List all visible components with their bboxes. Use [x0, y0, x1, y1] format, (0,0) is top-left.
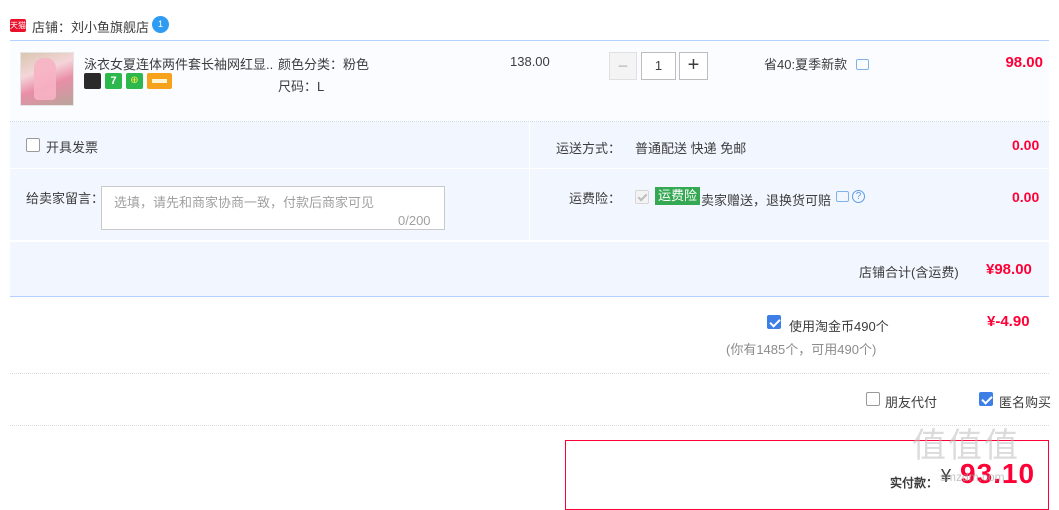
insurance-comment-icon[interactable]	[836, 191, 849, 202]
shield-guarantee-icon: ⊕	[126, 73, 143, 89]
promo-comment-icon[interactable]	[856, 59, 869, 70]
section-divider	[10, 373, 1049, 374]
quantity-increase-button[interactable]: +	[679, 52, 708, 80]
sku-size: 尺码：L	[278, 79, 325, 94]
use-coins-checkbox[interactable]	[767, 315, 781, 329]
seller-message-counter: 0/200	[398, 213, 431, 228]
store-name-link[interactable]: 店铺：刘小鱼旗舰店	[32, 17, 149, 36]
use-coins-label[interactable]: 使用淘金币490个	[789, 316, 889, 335]
insurance-help-icon[interactable]: ?	[852, 190, 865, 203]
product-thumbnail-figure	[34, 58, 56, 100]
insurance-label: 运费险：	[569, 191, 622, 206]
coins-discount-value: ¥-4.90	[987, 313, 1030, 330]
section-divider	[10, 425, 1049, 426]
promotion-text: 省40:夏季新款	[764, 57, 848, 72]
product-title-link[interactable]: 泳衣女夏连体两件套长袖网红显...	[84, 54, 274, 73]
unit-price: 138.00	[510, 54, 550, 69]
quantity-input[interactable]: 1	[641, 52, 676, 80]
shipping-method-value: 普通配送 快递 免邮	[635, 141, 747, 156]
watermark-logo: 值值值	[912, 426, 1020, 466]
insurance-tag: 运费险	[655, 187, 701, 205]
insurance-amount: 0.00	[1012, 189, 1040, 205]
invoice-checkbox[interactable]	[26, 138, 40, 152]
cat-icon	[84, 73, 101, 89]
payment-label: 实付款：	[890, 476, 939, 490]
store-total-label: 店铺合计(含运费)	[859, 265, 959, 280]
seller-message-placeholder: 选填，请先和商家协商一致，付款后商家可见	[114, 195, 375, 210]
credit-card-icon	[147, 73, 172, 89]
coins-balance-note: (你有1485个，可用490个)	[726, 342, 877, 357]
anonymous-purchase-label[interactable]: 匿名购买	[999, 392, 1051, 411]
seller-message-label: 给卖家留言：	[26, 191, 105, 206]
anonymous-purchase-checkbox[interactable]	[979, 392, 993, 406]
watermark-domain: smzdm.com	[940, 470, 1005, 484]
seven-day-return-icon: 7	[105, 73, 122, 89]
store-total-value: ¥98.00	[986, 261, 1032, 278]
tmall-logo-icon: 天猫	[10, 19, 26, 32]
sku-color: 颜色分类：粉色	[278, 57, 370, 72]
item-subtotal: 98.00	[1005, 54, 1043, 71]
options-divider	[529, 122, 530, 240]
friend-pay-label[interactable]: 朋友代付	[885, 392, 937, 411]
insurance-checkbox	[635, 190, 649, 204]
options-divider	[10, 168, 1049, 169]
friend-pay-checkbox[interactable]	[866, 392, 880, 406]
quantity-decrease-button[interactable]: −	[609, 52, 637, 80]
insurance-description: 卖家赠送，退换货可赔	[701, 193, 832, 208]
invoice-label[interactable]: 开具发票	[46, 137, 98, 156]
shipping-method-label: 运送方式：	[556, 141, 622, 156]
shipping-amount: 0.00	[1012, 137, 1040, 153]
wangwang-chat-icon[interactable]: 1	[152, 16, 169, 33]
